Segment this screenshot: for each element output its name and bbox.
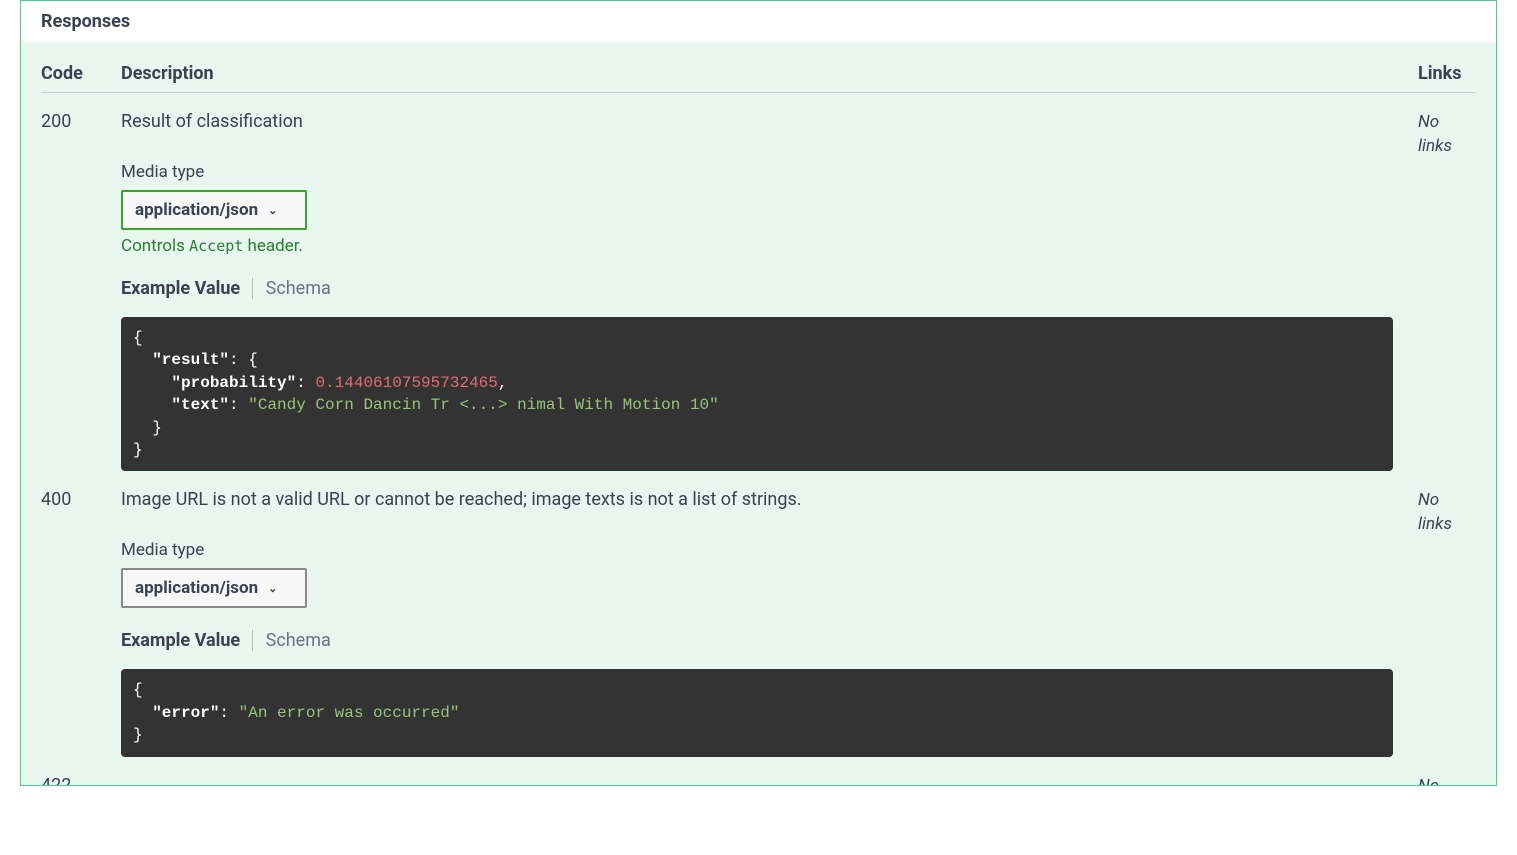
response-description-cell: Image URL is not a valid URL or cannot b… [121,489,1418,756]
media-type-select[interactable]: application/json ⌄ [121,568,307,608]
chevron-down-icon: ⌄ [268,582,277,595]
media-type-value: application/json [135,200,258,220]
media-type-label: Media type [121,540,1393,560]
header-links: Links [1418,63,1476,84]
response-code: 400 [41,489,121,510]
header-code: Code [41,63,121,84]
tab-schema[interactable]: Schema [266,630,343,651]
response-row: 200 Result of classification Media type … [41,93,1476,471]
chevron-down-icon: ⌄ [268,204,277,217]
responses-panel: Responses Code Description Links 200 Res… [20,0,1497,786]
header-description: Description [121,63,1418,84]
responses-title: Responses [21,1,1496,43]
tab-schema[interactable]: Schema [266,278,343,299]
response-description: Image URL is not a valid URL or cannot b… [121,489,1393,510]
response-row: 422 No [41,757,1476,785]
responses-body: Code Description Links 200 Result of cla… [21,43,1496,785]
response-description: Result of classification [121,111,1393,132]
media-type-value: application/json [135,578,258,598]
media-type-label: Media type [121,162,1393,182]
tab-example-value[interactable]: Example Value [121,278,253,299]
response-description-cell: Result of classification Media type appl… [121,111,1418,471]
media-type-select[interactable]: application/json ⌄ [121,190,307,230]
response-row: 400 Image URL is not a valid URL or cann… [41,471,1476,756]
response-links: No links [1418,111,1476,159]
response-code: 422 [41,775,121,785]
example-schema-tabs: Example Value Schema [121,278,1393,299]
responses-table-header: Code Description Links [41,63,1476,93]
accept-header-note: Controls Accept header. [121,236,1393,256]
tab-example-value[interactable]: Example Value [121,630,253,651]
response-code: 200 [41,111,121,132]
example-code-block: { "error": "An error was occurred" } [121,669,1393,756]
example-code-block: { "result": { "probability": 0.144061075… [121,317,1393,471]
response-links: No [1418,775,1476,785]
example-schema-tabs: Example Value Schema [121,630,1393,651]
response-links: No links [1418,489,1476,537]
